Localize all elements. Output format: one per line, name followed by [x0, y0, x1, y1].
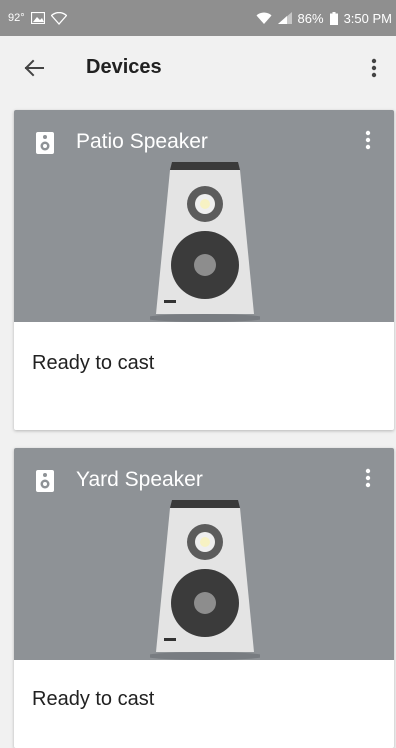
speaker-illustration [150, 162, 260, 322]
app-bar: Devices [0, 36, 396, 100]
device-status: Ready to cast [32, 352, 155, 374]
more-vert-icon [371, 58, 377, 78]
battery-icon [329, 11, 338, 25]
device-card-hero: Yard Speaker [14, 448, 394, 660]
status-right: 86% 3:50 PM [256, 11, 392, 26]
status-left: 92° [8, 11, 67, 25]
time-text: 3:50 PM [343, 10, 392, 26]
device-menu-button[interactable] [354, 126, 382, 154]
overflow-menu-button[interactable] [358, 52, 390, 84]
device-card-hero: Patio Speaker [14, 110, 394, 322]
speaker-icon [36, 470, 54, 492]
more-vert-icon [365, 130, 371, 150]
speaker-icon [36, 132, 54, 154]
device-menu-button[interactable] [354, 464, 382, 492]
device-card-yard-speaker[interactable]: Yard Speaker Ready to cast [14, 448, 394, 748]
speaker-illustration [150, 500, 260, 660]
gallery-icon [30, 12, 45, 24]
back-button[interactable] [18, 52, 50, 84]
wifi-icon [256, 12, 272, 25]
temperature-text: 92° [8, 12, 25, 24]
battery-percent-text: 86% [297, 10, 324, 26]
status-bar: 92° 86% 3:50 PM [0, 0, 396, 36]
device-name: Patio Speaker [76, 130, 208, 153]
device-card-patio-speaker[interactable]: Patio Speaker Ready to cast [14, 110, 394, 430]
more-vert-icon [365, 468, 371, 488]
device-name: Yard Speaker [76, 468, 203, 491]
signal-icon [277, 12, 292, 24]
wifi-outline-icon [50, 11, 67, 25]
device-status: Ready to cast [32, 688, 155, 710]
arrow-back-icon [24, 59, 44, 77]
page-title: Devices [86, 56, 162, 78]
